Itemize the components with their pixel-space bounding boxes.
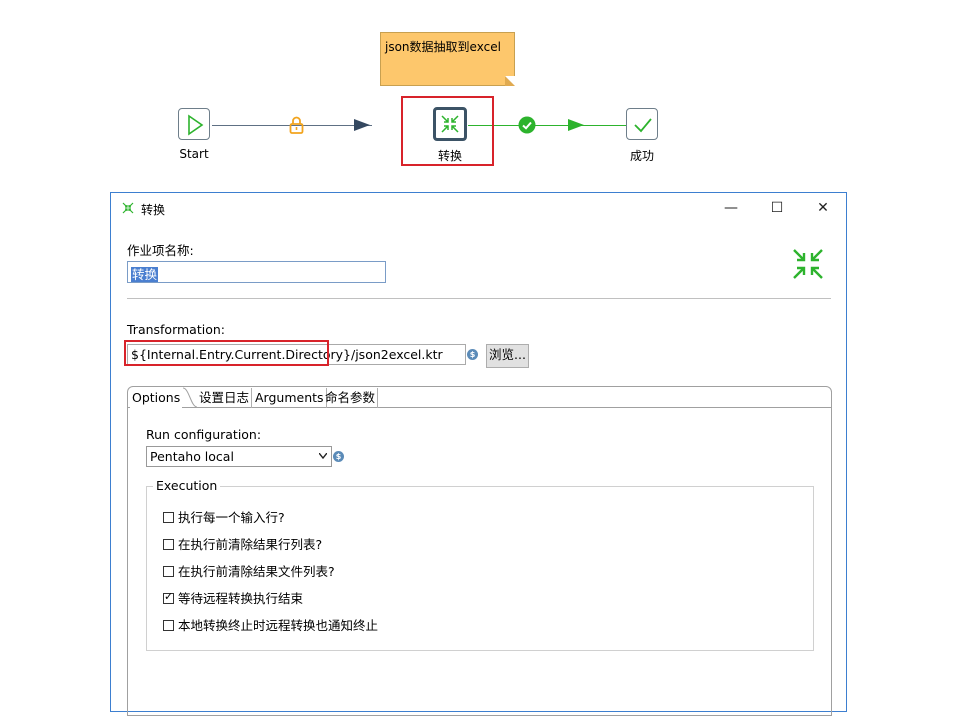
check-circle-icon[interactable] [518,116,536,134]
variable-icon[interactable]: $ [467,349,478,360]
job-entry-name-label: 作业项名称: [127,243,194,258]
checkbox-row[interactable]: 在执行前清除结果行列表? [163,537,322,553]
tab-options[interactable]: Options [130,388,183,408]
tab-named-parameters[interactable]: 命名参数 [323,388,379,408]
checkmark-icon: ✓ [164,590,174,603]
checkbox-label: 执行每一个输入行? [178,510,285,525]
lock-icon[interactable] [289,116,304,134]
minimize-button[interactable]: — [708,193,754,223]
checkbox[interactable] [163,512,174,523]
dialog-title: 转换 [141,203,166,217]
success-node[interactable] [626,108,658,140]
transformation-label: Transformation: [127,322,225,337]
checkbox-row[interactable]: 执行每一个输入行? [163,510,285,526]
checkbox-row[interactable]: ✓ 等待远程转换执行结束 [163,590,304,607]
tab-curve [183,387,197,408]
tab-arguments[interactable]: Arguments [253,388,327,408]
checkbox-label: 本地转换终止时远程转换也通知终止 [178,618,379,633]
checkbox-row[interactable]: 本地转换终止时远程转换也通知终止 [163,618,378,634]
checkbox-label: 在执行前清除结果文件列表? [178,564,335,579]
checkbox[interactable] [163,620,174,631]
play-icon [188,114,204,136]
job-entry-name-input[interactable]: 转换 [127,261,386,283]
transform-large-icon [793,249,823,279]
checkbox-checked[interactable]: ✓ [163,590,174,604]
path-highlight-box [124,340,329,366]
transform-small-icon [122,202,134,214]
checkbox-label: 等待远程转换执行结束 [178,591,304,606]
execution-group-title: Execution [153,478,221,493]
chevron-down-icon [319,453,327,459]
separator [127,298,831,299]
run-config-select[interactable]: Pentaho local [146,446,332,467]
checkmark-icon [634,118,652,133]
maximize-button[interactable]: ☐ [754,193,800,223]
checkbox[interactable] [163,539,174,550]
arrow-head-icon [568,119,584,131]
arrow-head-icon [354,119,370,131]
note-box[interactable]: json数据抽取到excel [380,32,515,86]
job-entry-name-value: 转换 [131,267,159,282]
browse-button[interactable]: 浏览... [486,344,529,368]
tab-logging[interactable]: 设置日志 [197,388,253,408]
checkbox-row[interactable]: 在执行前清除结果文件列表? [163,564,335,580]
run-config-label: Run configuration: [146,427,262,442]
run-config-value: Pentaho local [150,449,234,464]
note-text: json数据抽取到excel [385,40,501,54]
highlight-box [401,96,494,166]
transformation-dialog: 转换 — ☐ ✕ 作业项名称: 转换 Transformation: ${Int… [110,192,847,716]
start-label: Start [179,147,209,161]
success-label: 成功 [629,149,654,163]
dialog-titlebar[interactable]: 转换 — ☐ ✕ [111,193,846,223]
note-fold [505,76,515,86]
variable-icon[interactable]: $ [333,451,344,462]
start-node[interactable] [178,108,210,140]
transformation-path-rest: /json2excel.ktr [351,347,443,362]
checkbox[interactable] [163,566,174,577]
checkbox-label: 在执行前清除结果行列表? [178,537,323,552]
close-button[interactable]: ✕ [800,193,846,223]
